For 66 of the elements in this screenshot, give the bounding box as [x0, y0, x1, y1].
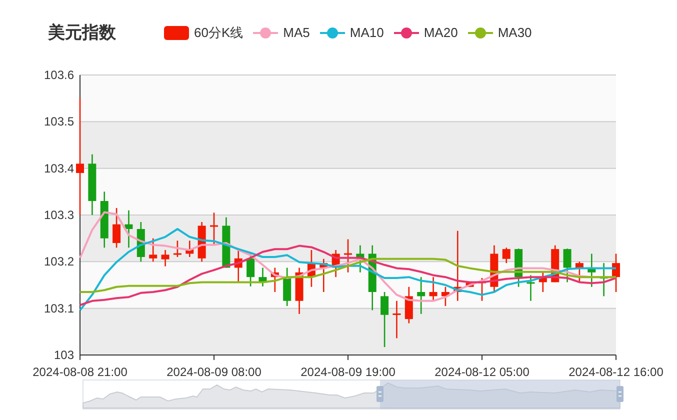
candlestick [490, 245, 498, 292]
candlestick [429, 277, 438, 301]
candlestick [295, 268, 304, 314]
candlestick [368, 245, 376, 310]
candlestick [563, 248, 572, 282]
candlestick [392, 300, 401, 338]
candlestick [417, 277, 426, 314]
candlestick [356, 245, 364, 272]
candlestick [112, 208, 121, 248]
candlestick [210, 212, 218, 246]
candlestick [283, 268, 292, 306]
x-axis-label: 2024-08-12 16:00 [568, 365, 664, 379]
candlestick [307, 250, 316, 287]
candlestick [588, 254, 596, 287]
x-axis-label: 2024-08-12 05:00 [434, 365, 530, 379]
candlestick [136, 222, 145, 262]
zoom-selection-window[interactable] [380, 380, 620, 409]
x-axis-label: 2024-08-08 21:00 [32, 365, 128, 379]
legend-item[interactable]: MA20 [394, 23, 458, 43]
candlestick [124, 210, 133, 248]
zoom-handle[interactable] [376, 386, 384, 402]
legend-item[interactable]: 60分K线 [164, 23, 244, 43]
y-axis-label: 103.5 [44, 114, 74, 129]
candlestick [600, 263, 608, 296]
legend-label: MA20 [424, 24, 458, 42]
candlestick [173, 240, 182, 257]
zoom-handle[interactable] [616, 386, 624, 402]
candlestick [344, 239, 352, 272]
candlestick [502, 248, 510, 264]
candlestick [514, 248, 523, 287]
y-axis-label: 103.4 [44, 161, 74, 176]
y-axis-label: 103.3 [44, 208, 74, 222]
candlestick [100, 192, 108, 248]
y-axis-label: 103.2 [44, 254, 74, 269]
candlestick [612, 254, 620, 292]
legend-item[interactable]: MA30 [468, 23, 532, 43]
legend-label: 60分K线 [194, 24, 244, 42]
y-axis-label: 103.1 [44, 301, 74, 316]
candlestick [526, 275, 535, 301]
candlestick [466, 282, 474, 287]
candlestick [441, 286, 450, 306]
candlestick [258, 268, 267, 286]
candlestick [538, 272, 547, 292]
legend-label: MA10 [350, 24, 384, 42]
y-axis-label: 103.6 [44, 68, 74, 82]
legend-item[interactable]: MA5 [253, 23, 310, 43]
legend-label: MA5 [283, 24, 310, 42]
candlestick [332, 250, 340, 278]
candlestick [404, 286, 413, 324]
candlestick [186, 240, 194, 257]
x-axis-label: 2024-08-09 19:00 [300, 365, 396, 379]
y-axis-label: 103 [54, 348, 74, 362]
legend-item[interactable]: MA10 [320, 23, 384, 43]
candlestick [454, 230, 462, 301]
candlestick [380, 292, 389, 348]
candlestick [320, 258, 328, 292]
legend-marker-icon [164, 26, 189, 40]
candlestick [234, 249, 242, 282]
chart-title: 美元指数 [48, 22, 116, 44]
x-axis-label: 2024-08-09 08:00 [166, 365, 262, 379]
candlestick [88, 154, 96, 215]
candlestick [149, 238, 158, 262]
candlestick [161, 250, 170, 266]
candlestick [575, 262, 584, 282]
legend-label: MA30 [498, 24, 532, 42]
candlestick [270, 268, 279, 292]
